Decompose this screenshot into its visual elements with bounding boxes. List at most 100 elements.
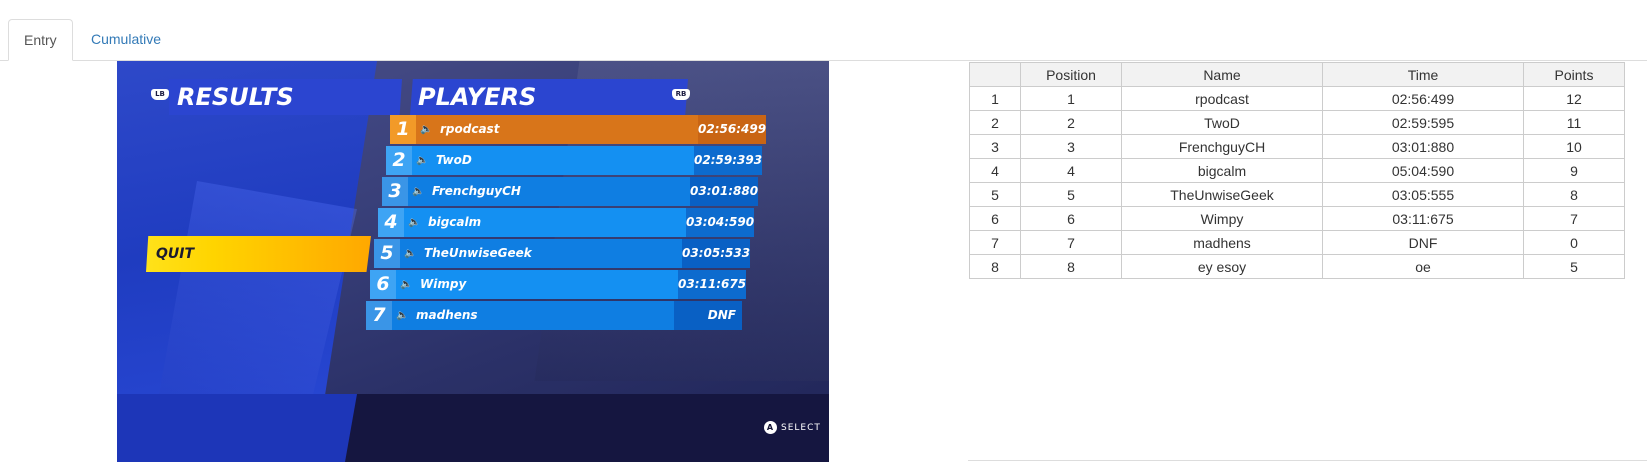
results-header: RESULTS (169, 79, 402, 115)
position-cell: 8 (1020, 254, 1122, 279)
column-header-position[interactable]: Position (1020, 62, 1122, 87)
speaker-icon: 🔈 (416, 155, 429, 166)
player-row: 1 🔈 rpodcast 02:56:499 (390, 115, 766, 144)
name-cell: TheUnwiseGeek (1121, 182, 1323, 207)
time-cell: 02:59:595 (1322, 110, 1524, 135)
tab-entry[interactable]: Entry (8, 19, 73, 61)
position-cell: 4 (1020, 158, 1122, 183)
name-cell: Wimpy (1121, 206, 1323, 231)
player-name: TheUnwiseGeek (424, 246, 532, 260)
column-header-time[interactable]: Time (1322, 62, 1524, 87)
row-index-cell: 3 (969, 134, 1021, 159)
table-row: 4 4 bigcalm 05:04:590 9 (969, 158, 1625, 183)
row-index-cell: 7 (969, 230, 1021, 255)
player-name: bigcalm (428, 215, 482, 229)
player-position: 2 (386, 146, 412, 175)
column-header-points[interactable]: Points (1523, 62, 1625, 87)
race-results-screenshot: LB RESULTS PLAYERS RB QUIT 1 🔈 rpodcast … (117, 61, 829, 462)
table-row: 8 8 ey esoy oe 5 (969, 254, 1625, 279)
time-cell: DNF (1322, 230, 1524, 255)
lb-button-icon: LB (151, 89, 169, 100)
position-cell: 6 (1020, 206, 1122, 231)
points-cell: 0 (1523, 230, 1625, 255)
player-row: 2 🔈 TwoD 02:59:393 (386, 146, 762, 175)
player-row: 4 🔈 bigcalm 03:04:590 (378, 208, 754, 237)
tab-bar: Entry Cumulative (0, 0, 1647, 61)
row-index-cell: 1 (969, 86, 1021, 111)
player-time: 03:11:675 (678, 270, 746, 299)
player-row: 5 🔈 TheUnwiseGeek 03:05:533 (374, 239, 750, 268)
a-button-icon: A (764, 421, 777, 434)
player-position: 6 (370, 270, 396, 299)
table-row: 6 6 Wimpy 03:11:675 7 (969, 206, 1625, 231)
results-table: Position Name Time Points 1 1 rpodcast 0… (969, 62, 1625, 279)
player-name: TwoD (436, 153, 472, 167)
table-row: 7 7 madhens DNF 0 (969, 230, 1625, 255)
position-cell: 5 (1020, 182, 1122, 207)
quit-button: QUIT (146, 236, 371, 272)
player-time: 03:04:590 (686, 208, 754, 237)
player-row: 7 🔈 madhens DNF (366, 301, 742, 330)
time-cell: 03:11:675 (1322, 206, 1524, 231)
players-header: PLAYERS (410, 79, 688, 115)
tab-cumulative[interactable]: Cumulative (76, 19, 176, 61)
points-cell: 7 (1523, 206, 1625, 231)
speaker-icon: 🔈 (396, 310, 409, 321)
name-cell: ey esoy (1121, 254, 1323, 279)
player-time: 03:01:880 (690, 177, 758, 206)
player-time: 03:05:533 (682, 239, 750, 268)
points-cell: 10 (1523, 134, 1625, 159)
speaker-icon: 🔈 (404, 248, 417, 259)
points-cell: 12 (1523, 86, 1625, 111)
name-cell: bigcalm (1121, 158, 1323, 183)
speaker-icon: 🔈 (420, 124, 433, 135)
player-position: 3 (382, 177, 408, 206)
column-header-name[interactable]: Name (1121, 62, 1323, 87)
points-cell: 11 (1523, 110, 1625, 135)
row-index-cell: 8 (969, 254, 1021, 279)
select-hint: A SELECT (764, 421, 821, 434)
position-cell: 1 (1020, 86, 1122, 111)
time-cell: oe (1322, 254, 1524, 279)
time-cell: 03:01:880 (1322, 134, 1524, 159)
name-cell: rpodcast (1121, 86, 1323, 111)
player-row: 3 🔈 FrenchguyCH 03:01:880 (382, 177, 758, 206)
speaker-icon: 🔈 (408, 217, 421, 228)
row-index-cell: 5 (969, 182, 1021, 207)
position-cell: 7 (1020, 230, 1122, 255)
rb-button-icon: RB (672, 89, 690, 100)
table-row: 3 3 FrenchguyCH 03:01:880 10 (969, 134, 1625, 159)
player-row: 6 🔈 Wimpy 03:11:675 (370, 270, 746, 299)
points-cell: 9 (1523, 158, 1625, 183)
table-header-row: Position Name Time Points (969, 62, 1625, 87)
select-label: SELECT (781, 423, 821, 433)
position-cell: 2 (1020, 110, 1122, 135)
table-row: 5 5 TheUnwiseGeek 03:05:555 8 (969, 182, 1625, 207)
divider (968, 460, 1647, 461)
player-name: Wimpy (420, 277, 467, 291)
player-position: 5 (374, 239, 400, 268)
points-cell: 8 (1523, 182, 1625, 207)
name-cell: FrenchguyCH (1121, 134, 1323, 159)
player-position: 7 (366, 301, 392, 330)
speaker-icon: 🔈 (412, 186, 425, 197)
player-name: madhens (416, 308, 478, 322)
time-cell: 02:56:499 (1322, 86, 1524, 111)
position-cell: 3 (1020, 134, 1122, 159)
name-cell: TwoD (1121, 110, 1323, 135)
player-position: 1 (390, 115, 416, 144)
speaker-icon: 🔈 (400, 279, 413, 290)
player-name: FrenchguyCH (432, 184, 521, 198)
player-position: 4 (378, 208, 404, 237)
row-index-cell: 4 (969, 158, 1021, 183)
time-cell: 05:04:590 (1322, 158, 1524, 183)
player-time: DNF (674, 301, 742, 330)
points-cell: 5 (1523, 254, 1625, 279)
player-time: 02:56:499 (698, 115, 766, 144)
row-index-cell: 2 (969, 110, 1021, 135)
table-row: 2 2 TwoD 02:59:595 11 (969, 110, 1625, 135)
bottom-bar-left (117, 394, 357, 462)
column-header-index[interactable] (969, 62, 1021, 87)
name-cell: madhens (1121, 230, 1323, 255)
player-time: 02:59:393 (694, 146, 762, 175)
